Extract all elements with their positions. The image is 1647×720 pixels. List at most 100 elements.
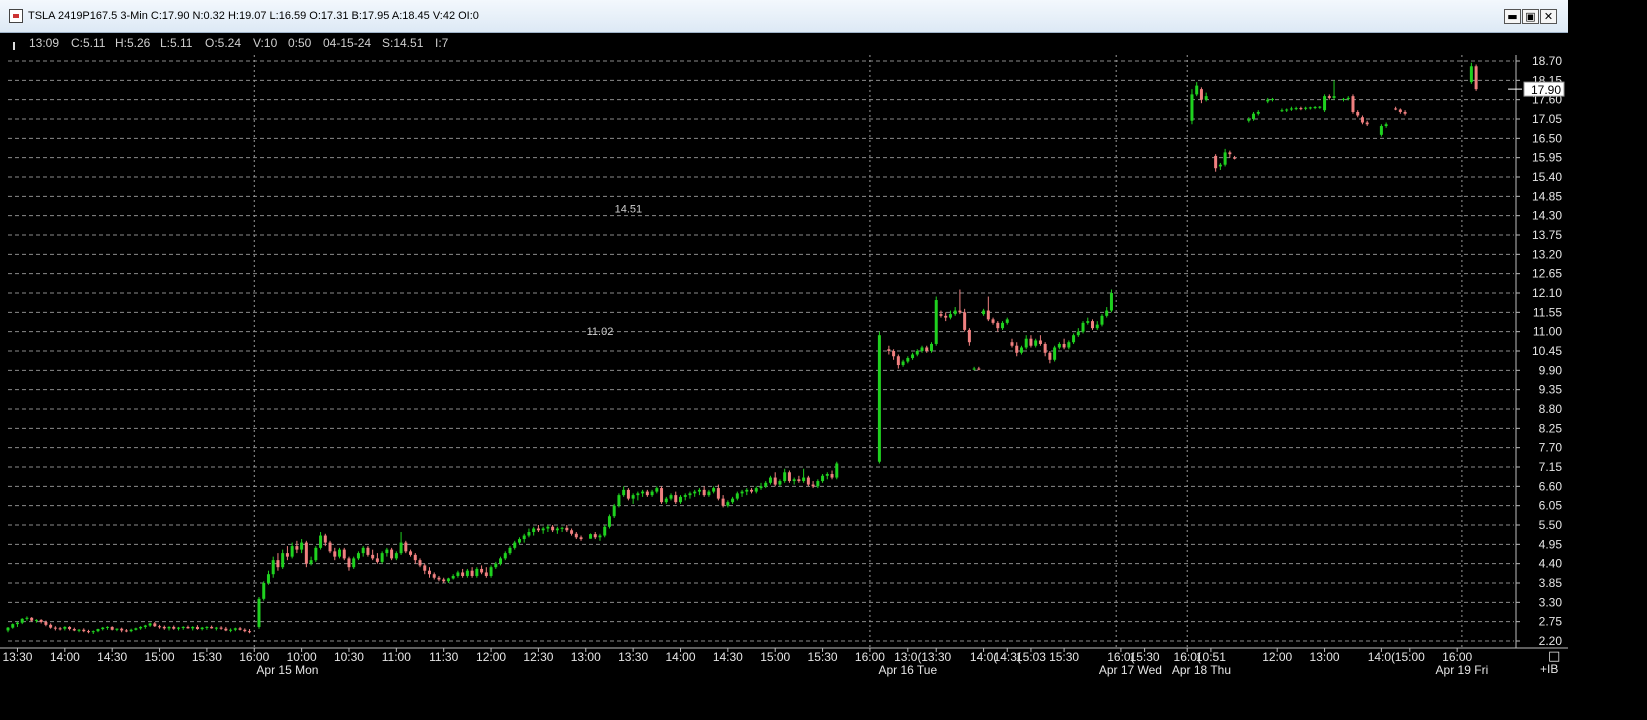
date-label: Apr 19 Fri bbox=[1436, 663, 1489, 677]
candle-body bbox=[451, 575, 455, 579]
candle-body bbox=[480, 568, 484, 573]
price-axis[interactable]: 18.7018.1517.6017.0516.5015.9515.4014.85… bbox=[1508, 54, 1565, 648]
candle-body bbox=[1062, 343, 1066, 348]
candle-body bbox=[167, 626, 171, 629]
candle-body bbox=[219, 627, 223, 629]
candle-body bbox=[996, 322, 1000, 329]
candle-body bbox=[1252, 113, 1256, 119]
candle-body bbox=[385, 549, 389, 554]
candle-body bbox=[380, 553, 384, 562]
candle-body bbox=[461, 572, 465, 576]
candle-body bbox=[129, 629, 133, 632]
candle-body bbox=[536, 528, 540, 531]
price-tick-label: 14.30 bbox=[1532, 209, 1562, 223]
candle-body bbox=[546, 526, 550, 529]
candle-body bbox=[484, 572, 488, 576]
candle-body bbox=[986, 310, 990, 320]
candle-body bbox=[323, 535, 327, 543]
candle-body bbox=[977, 368, 981, 370]
candle-body bbox=[745, 489, 749, 492]
time-tick-label: 14:30 bbox=[97, 650, 127, 664]
candle-body bbox=[731, 498, 735, 503]
price-chart[interactable]: 18.7018.1517.6017.0516.5015.9515.4014.85… bbox=[0, 0, 1568, 685]
candle-body bbox=[721, 498, 725, 506]
candle-body bbox=[191, 626, 195, 629]
candle-body bbox=[1379, 126, 1383, 135]
candle-body bbox=[1204, 96, 1208, 100]
candle-body bbox=[835, 463, 839, 478]
add-ib-button[interactable]: +IB bbox=[1540, 662, 1558, 676]
candle-body bbox=[574, 533, 578, 538]
candle-body bbox=[1289, 108, 1293, 110]
candle-body bbox=[1360, 117, 1364, 123]
candle-body bbox=[778, 481, 782, 485]
time-axis[interactable]: 13:30 14:00 14:30 15:00 15:30 16:00 10:00 10:30… bbox=[0, 647, 1568, 677]
candle-body bbox=[982, 310, 986, 315]
candle-body bbox=[612, 505, 616, 517]
candle-body bbox=[63, 626, 67, 629]
candle-body bbox=[465, 570, 469, 576]
candle-body bbox=[186, 626, 190, 629]
candle-body bbox=[991, 319, 995, 323]
candle-body bbox=[972, 368, 976, 370]
candle-body bbox=[631, 495, 635, 499]
candle-body bbox=[773, 477, 777, 485]
price-tick-label: 15.40 bbox=[1532, 170, 1562, 184]
time-tick-label: 15:00 bbox=[1395, 650, 1425, 664]
candle-body bbox=[423, 565, 427, 571]
candle-body bbox=[82, 629, 86, 632]
candle-body bbox=[195, 626, 199, 630]
candle-body bbox=[352, 558, 356, 568]
candle-body bbox=[371, 554, 375, 559]
time-tick-label: 15:30 bbox=[1049, 650, 1079, 664]
candle-body bbox=[802, 477, 806, 482]
candle-body bbox=[333, 551, 337, 557]
candle-body bbox=[901, 361, 905, 366]
candle-body bbox=[522, 535, 526, 540]
candle-body bbox=[15, 622, 19, 625]
candle-body bbox=[475, 568, 479, 576]
candle-body bbox=[607, 516, 611, 527]
candle-body bbox=[669, 495, 673, 499]
time-tick-label: 11:00 bbox=[382, 650, 411, 664]
candle-body bbox=[934, 300, 938, 344]
candle-body bbox=[446, 578, 450, 582]
candle-body bbox=[792, 479, 796, 482]
candle-body bbox=[626, 489, 630, 499]
candle-body bbox=[499, 558, 503, 564]
date-label: Apr 18 Thu bbox=[1172, 663, 1231, 677]
candle-body bbox=[920, 347, 924, 351]
candle-body bbox=[532, 528, 536, 533]
candle-body bbox=[503, 553, 507, 559]
candle-body bbox=[1095, 324, 1099, 329]
candle-body bbox=[456, 572, 460, 576]
price-tick-label: 9.90 bbox=[1539, 363, 1563, 377]
candle-body bbox=[1313, 107, 1317, 109]
time-tick-label: 15:30 bbox=[1130, 650, 1160, 664]
candle-body bbox=[437, 577, 441, 580]
candle-body bbox=[124, 630, 128, 632]
candle-body bbox=[120, 628, 124, 631]
candle-body bbox=[716, 488, 720, 499]
time-tick-label: 15:30 bbox=[192, 650, 222, 664]
candle-body bbox=[68, 626, 72, 630]
candle-body bbox=[892, 351, 896, 357]
candle-body bbox=[375, 558, 379, 562]
candle-body bbox=[1195, 85, 1199, 95]
candle-body bbox=[158, 626, 162, 628]
time-tick-label: 12:30 bbox=[523, 650, 553, 664]
candle-body bbox=[181, 626, 185, 628]
candle-body bbox=[390, 549, 394, 559]
time-tick-label: 12:00 bbox=[1262, 650, 1292, 664]
candle-body bbox=[110, 626, 114, 630]
candle-body bbox=[726, 502, 730, 506]
candle-body bbox=[404, 542, 408, 552]
candle-body bbox=[944, 315, 948, 318]
candle-body bbox=[153, 623, 157, 627]
candle-body bbox=[598, 535, 602, 538]
date-label: Apr 16 Tue bbox=[878, 663, 937, 677]
price-tick-label: 16.50 bbox=[1532, 131, 1562, 145]
time-tick-label: 14:30 bbox=[713, 650, 743, 664]
candle-body bbox=[1256, 111, 1260, 114]
time-tick-label: 16:00 bbox=[239, 650, 269, 664]
